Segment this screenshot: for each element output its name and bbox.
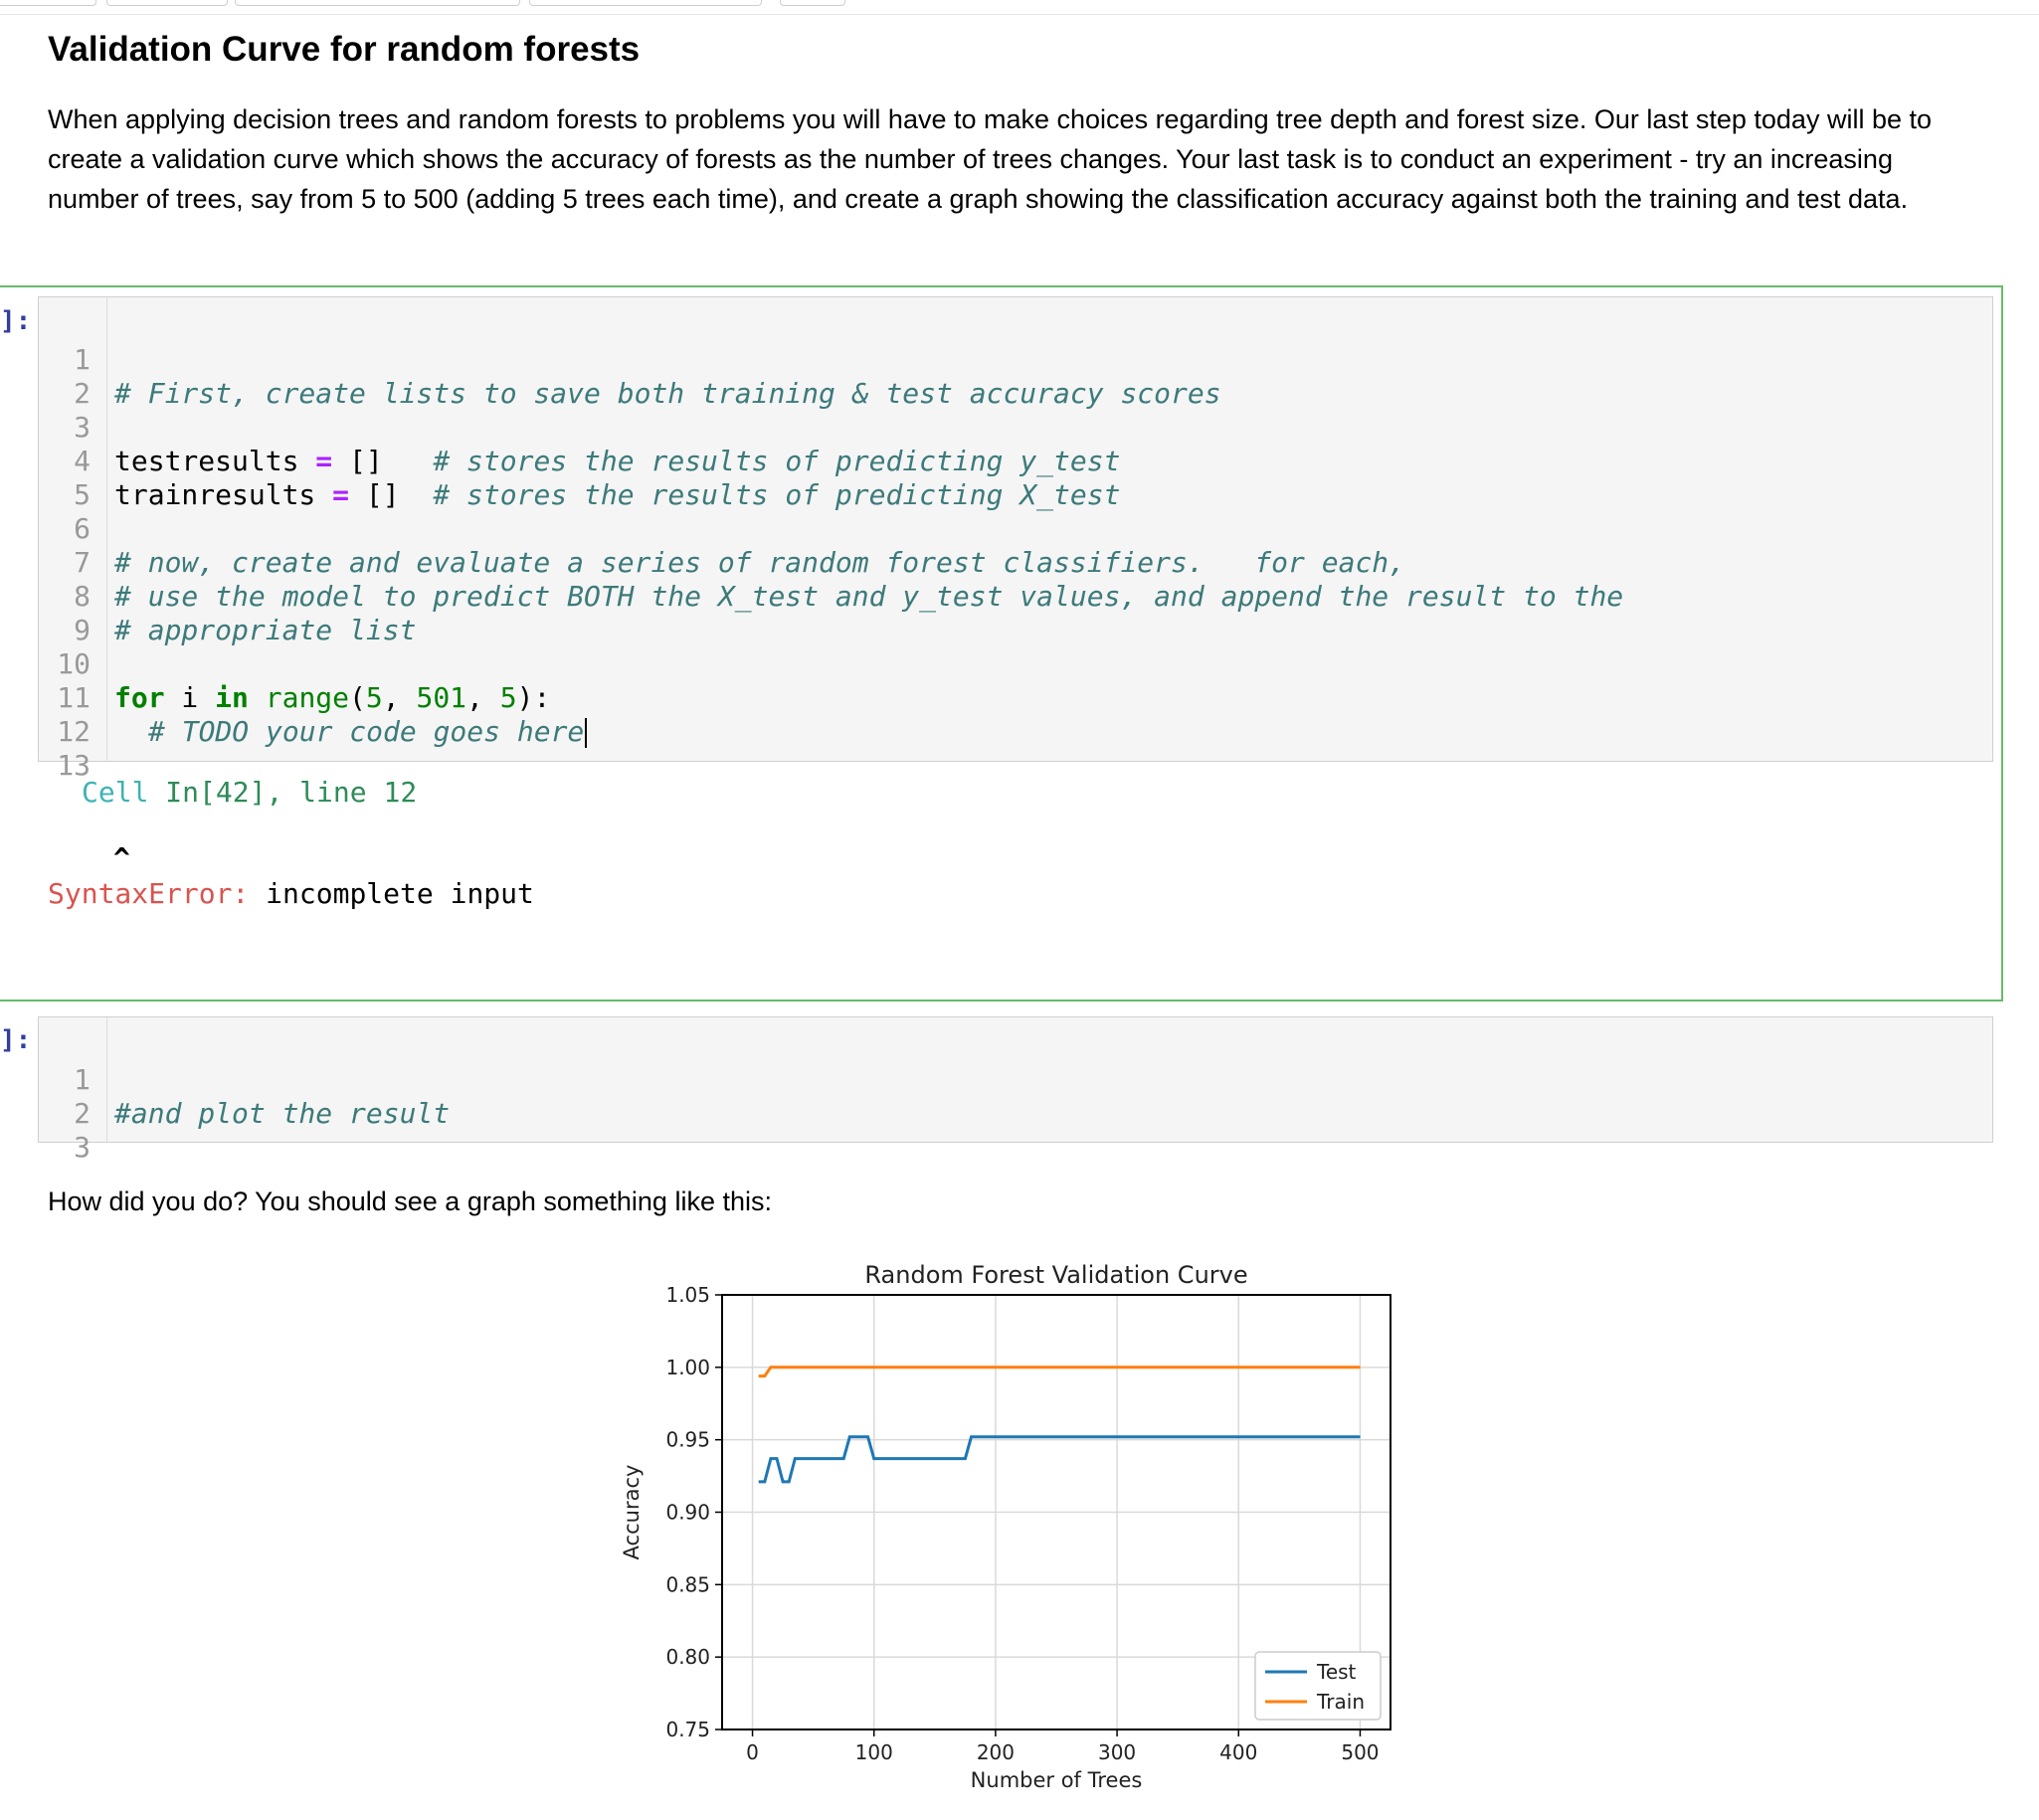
toolbar-button-group[interactable]: [0, 0, 96, 6]
code-line: 2: [39, 343, 105, 410]
line-number: 3: [74, 1131, 91, 1164]
toolbar-button-group[interactable]: [235, 0, 520, 6]
traceback-cell-label: Cell: [82, 776, 149, 809]
code-line: 10 for i in range(5, 501, 5):: [39, 614, 550, 714]
code-comment: # use the model to predict BOTH the X_te…: [114, 580, 1624, 613]
code-line: 8 # appropriate list: [39, 546, 416, 646]
code-comment: # appropriate list: [114, 614, 417, 646]
code-variable: i: [164, 681, 216, 714]
code-line: 12: [39, 681, 105, 748]
validation-curve-chart: 0 100 200 300 400 500 0.75 0.80 0.85 0.90 0.95 1.00…: [617, 1248, 1412, 1805]
code-line: 11 # TODO your code goes here: [39, 647, 588, 748]
x-tick-label: 500: [1341, 1740, 1379, 1764]
chart-title: Random Forest Validation Curve: [864, 1261, 1247, 1289]
error-text: incomplete input: [249, 877, 534, 910]
code-line: 6 # now, create and evaluate a series of…: [39, 478, 1405, 579]
code-line: 4 trainresults = [] # stores the results…: [39, 411, 1120, 511]
code-variable: trainresults: [114, 478, 333, 511]
instructions-paragraph: When applying decision trees and random …: [48, 104, 1932, 214]
x-tick-label: 400: [1219, 1740, 1257, 1764]
code-comment: # TODO your code goes here: [148, 715, 585, 748]
code-comment: # stores the results of predicting y_tes…: [433, 445, 1121, 477]
code-editor[interactable]: 1 # First, create lists to save both tra…: [38, 296, 1993, 782]
code-number: 5: [365, 681, 383, 714]
code-line: 1 # First, create lists to save both tra…: [39, 309, 1220, 410]
cell-type-select[interactable]: [529, 0, 762, 6]
legend-label-test: Test: [1316, 1660, 1357, 1684]
code-comment: #and plot the result: [114, 1097, 451, 1130]
code-punct: ):: [516, 681, 551, 714]
code-punct: (: [349, 681, 366, 714]
y-tick-label: 0.85: [665, 1572, 710, 1596]
code-comment: # stores the results of predicting X_tes…: [433, 478, 1121, 511]
section-heading: Validation Curve for random forests: [48, 30, 641, 69]
code-line: 7 # use the model to predict BOTH the X_…: [39, 512, 1623, 613]
text-cursor: [585, 718, 588, 748]
traceback-caret: ^: [113, 841, 130, 874]
code-keyword: for: [114, 681, 165, 714]
code-punct: ,: [382, 681, 417, 714]
chart-svg: 0 100 200 300 400 500 0.75 0.80 0.85 0.90 0.95 1.00…: [620, 1261, 1391, 1792]
series-line-train: [758, 1365, 1361, 1378]
y-tick-label: 0.95: [665, 1428, 710, 1452]
legend-label-train: Train: [1316, 1690, 1365, 1714]
y-tick-label: 0.80: [665, 1645, 710, 1669]
code-number: 501: [416, 681, 467, 714]
code-builtin: range: [265, 681, 350, 714]
code-line: 1 #and plot the result: [39, 1029, 450, 1130]
x-tick-label: 200: [977, 1740, 1015, 1764]
syntax-error-message: SyntaxError: incomplete input: [48, 877, 534, 910]
notebook-toolbar: [0, 0, 2039, 15]
y-tick-label: 0.90: [665, 1501, 710, 1525]
x-axis-label: Number of Trees: [971, 1768, 1143, 1792]
toolbar-button[interactable]: [780, 0, 845, 6]
code-line: 3 testresults = [] # stores the results …: [39, 377, 1120, 477]
x-tick-label: 300: [1098, 1740, 1136, 1764]
code-comment: # now, create and evaluate a series of r…: [114, 546, 1406, 579]
y-tick-label: 1.00: [665, 1356, 710, 1379]
code-punct: ,: [466, 681, 500, 714]
code-line: 3: [39, 1097, 105, 1164]
code-keyword: in: [215, 681, 249, 714]
code-value: []: [349, 478, 434, 511]
code-operator: =: [332, 478, 350, 511]
code-number: 5: [499, 681, 517, 714]
y-axis-label: Accuracy: [620, 1465, 644, 1560]
traceback-line-ref: , line 12: [266, 776, 418, 809]
code-line: 9: [39, 580, 105, 646]
code-line: 5: [39, 445, 105, 511]
code-variable: testresults: [114, 445, 316, 477]
y-tick-label: 0.75: [665, 1718, 710, 1741]
cell-prompt: ]:: [0, 1025, 32, 1055]
code-value: []: [332, 445, 434, 477]
code-editor[interactable]: 1 #and plot the result 2 3: [38, 1016, 1993, 1164]
traceback-cell-ref: In[42]: [165, 776, 267, 809]
x-tick-label: 100: [855, 1740, 893, 1764]
traceback-location: Cell In[42], line 12: [82, 776, 417, 809]
code-line: 2: [39, 1063, 105, 1130]
x-tick-label: 0: [746, 1740, 759, 1764]
error-name: SyntaxError:: [48, 877, 250, 910]
code-line: 13: [39, 715, 105, 782]
result-prompt-text: How did you do? You should see a graph s…: [48, 1186, 772, 1216]
cell-prompt: ]:: [0, 306, 32, 336]
toolbar-button-group[interactable]: [106, 0, 228, 6]
code-comment: # First, create lists to save both train…: [114, 377, 1221, 410]
y-tick-label: 1.05: [665, 1283, 710, 1307]
series-line-test: [758, 1435, 1361, 1484]
code-operator: =: [315, 445, 333, 477]
